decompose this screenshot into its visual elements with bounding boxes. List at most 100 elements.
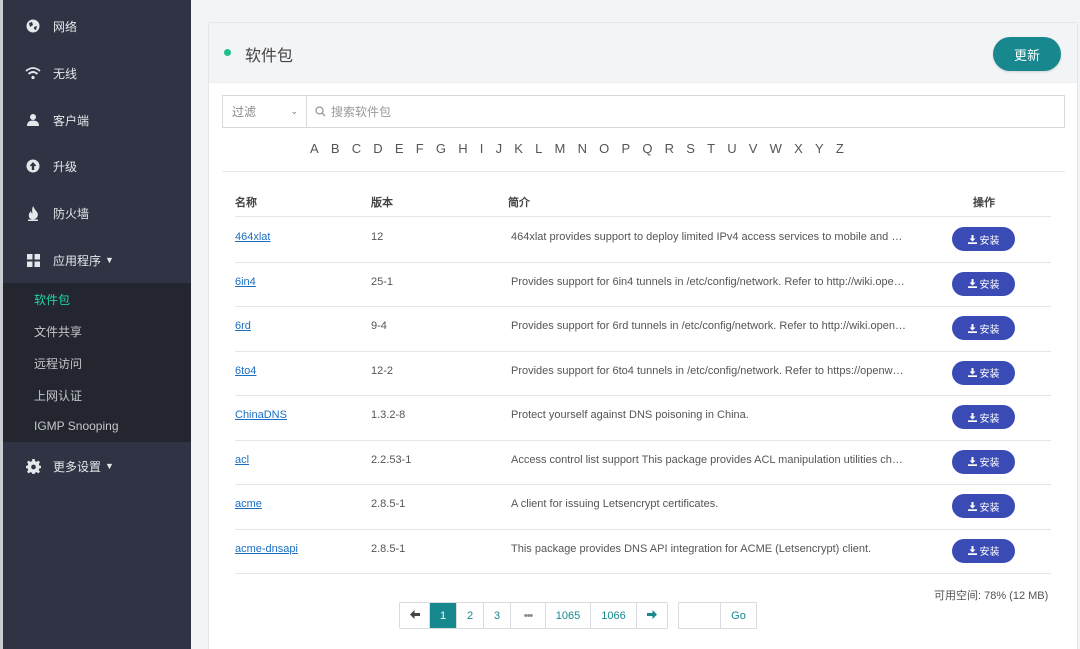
install-button[interactable]: 安装 (952, 227, 1015, 252)
package-version: 9-4 (371, 320, 387, 333)
arrow-left-icon (409, 609, 420, 622)
install-label: 安装 (979, 458, 1000, 470)
upgrade-icon (25, 158, 41, 174)
alphabet-letter[interactable]: L (535, 141, 542, 156)
alphabet-letter[interactable]: N (578, 141, 587, 156)
applications-submenu: 软件包 文件共享 远程访问 上网认证 IGMP Snooping (3, 283, 191, 442)
alphabet-letter[interactable]: V (749, 141, 758, 156)
row-divider (235, 395, 1051, 396)
row-divider (235, 306, 1051, 307)
alphabet-letter[interactable]: K (514, 141, 523, 156)
install-label: 安装 (979, 502, 1000, 514)
submenu-item-web-auth[interactable]: 上网认证 (34, 387, 82, 404)
alphabet-letter[interactable]: I (480, 141, 484, 156)
free-space-label: 可用空间: 78% (12 MB) (934, 590, 1049, 602)
package-description: Provides support for 6rd tunnels in /etc… (511, 320, 906, 333)
page-ellipsis[interactable]: ••• (511, 603, 546, 628)
alphabet-letter[interactable]: A (310, 141, 319, 156)
alphabet-letter[interactable]: R (665, 141, 674, 156)
row-divider (235, 350, 1051, 352)
package-description: Provides support for 6to4 tunnels in /et… (511, 364, 906, 377)
header-divider (235, 216, 1051, 217)
package-version: 1.3.2-8 (371, 409, 406, 422)
package-description: Access control list support This package… (511, 453, 906, 466)
package-name-link[interactable]: 6to4 (235, 365, 256, 377)
submenu-item-packages[interactable]: 软件包 (34, 291, 70, 308)
alphabet-letter[interactable]: W (770, 141, 782, 156)
sidebar-item-applications[interactable]: 应用程序 ▼ (3, 240, 191, 280)
alphabet-letter[interactable]: F (416, 141, 424, 156)
package-name-link[interactable]: acl (235, 454, 249, 466)
alphabet-letter[interactable]: H (458, 141, 467, 156)
install-label: 安装 (979, 324, 1000, 336)
page-button[interactable]: 1066 (591, 603, 637, 628)
package-name-link[interactable]: acme-dnsapi (235, 543, 298, 555)
alphabet-letter[interactable]: Z (836, 141, 844, 156)
package-description: 464xlat provides support to deploy limit… (511, 231, 906, 244)
sidebar-item-network[interactable]: 网络 (3, 6, 191, 46)
alphabet-letter[interactable]: G (436, 141, 446, 156)
submenu-item-file-sharing[interactable]: 文件共享 (34, 323, 82, 340)
page-button[interactable]: 1 (430, 603, 457, 628)
page-button[interactable]: 1065 (546, 603, 591, 628)
package-version: 12-2 (371, 364, 394, 377)
alphabet-letter[interactable]: D (373, 141, 382, 156)
alphabet-letter[interactable]: E (395, 141, 404, 156)
caret-down-icon: ▼ (105, 461, 114, 471)
alphabet-letter[interactable]: Y (815, 141, 824, 156)
alphabet-letter[interactable]: P (621, 141, 630, 156)
install-button[interactable]: 安装 (952, 449, 1015, 474)
package-name-link[interactable]: 6rd (235, 320, 251, 332)
alphabet-letter[interactable]: O (599, 141, 609, 156)
search-input[interactable]: 搜索软件包 (315, 96, 391, 127)
install-label: 安装 (979, 413, 1000, 425)
alphabet-letter[interactable]: B (331, 141, 340, 156)
column-header-description: 简介 (508, 197, 530, 209)
package-name-link[interactable]: acme (235, 498, 262, 510)
package-description: This package provides DNS API integratio… (511, 542, 872, 555)
sidebar-item-wireless[interactable]: 无线 (3, 53, 191, 93)
pagination: 1 2 3 ••• 1065 1066 (399, 602, 668, 629)
alphabet-letter[interactable]: M (555, 141, 566, 156)
install-button[interactable]: 安装 (952, 538, 1015, 563)
page-button[interactable]: 3 (484, 603, 511, 628)
wifi-icon (25, 65, 41, 81)
alphabet-letter[interactable]: Q (642, 141, 652, 156)
package-name-link[interactable]: ChinaDNS (235, 409, 287, 421)
chevron-down-icon: ⌄ (290, 106, 298, 116)
sidebar-item-upgrade[interactable]: 升级 (3, 146, 191, 186)
alphabet-letter[interactable]: T (707, 141, 715, 156)
alphabet-letter[interactable]: S (686, 141, 695, 156)
sidebar-item-firewall[interactable]: 防火墙 (3, 193, 191, 233)
filter-select[interactable]: 过滤 ⌄ (223, 96, 307, 127)
sidebar-item-more-settings[interactable]: 更多设置 ▼ (3, 446, 191, 486)
alphabet-letter[interactable]: U (727, 141, 736, 156)
submenu-item-igmp-snooping[interactable]: IGMP Snooping (34, 419, 119, 433)
page-jump-button[interactable]: Go (721, 603, 756, 628)
prev-page-button[interactable] (400, 603, 430, 628)
package-description: Protect yourself against DNS poisoning i… (511, 409, 749, 422)
grid-icon (25, 252, 41, 268)
sidebar-item-label: 无线 (53, 66, 78, 81)
column-header-version: 版本 (371, 197, 393, 209)
install-button[interactable]: 安装 (952, 271, 1015, 296)
update-button[interactable]: 更新 (993, 37, 1061, 71)
alphabet-letter[interactable]: X (794, 141, 803, 156)
package-name-link[interactable]: 464xlat (235, 231, 270, 243)
install-button[interactable]: 安装 (952, 316, 1015, 341)
sidebar-item-label: 升级 (53, 159, 78, 174)
package-name-link[interactable]: 6in4 (235, 276, 256, 288)
page-button[interactable]: 2 (457, 603, 484, 628)
submenu-item-remote-access[interactable]: 远程访问 (34, 355, 82, 372)
package-version: 2.8.5-1 (371, 498, 406, 511)
install-button[interactable]: 安装 (952, 360, 1015, 385)
install-button[interactable]: 安装 (952, 494, 1015, 519)
sidebar-item-clients[interactable]: 客户端 (3, 100, 191, 140)
next-page-button[interactable] (637, 603, 667, 628)
packages-panel: 软件包 更新 过滤 ⌄ 搜索软件包 ABCDEFGHIJKLMNOPQRSTUV… (208, 22, 1078, 649)
page-jump-input[interactable] (679, 603, 721, 628)
alphabet-letter[interactable]: C (352, 141, 361, 156)
install-button[interactable]: 安装 (952, 405, 1015, 430)
alphabet-letter[interactable]: J (496, 141, 503, 156)
sidebar-item-label: 更多设置 (53, 459, 102, 474)
